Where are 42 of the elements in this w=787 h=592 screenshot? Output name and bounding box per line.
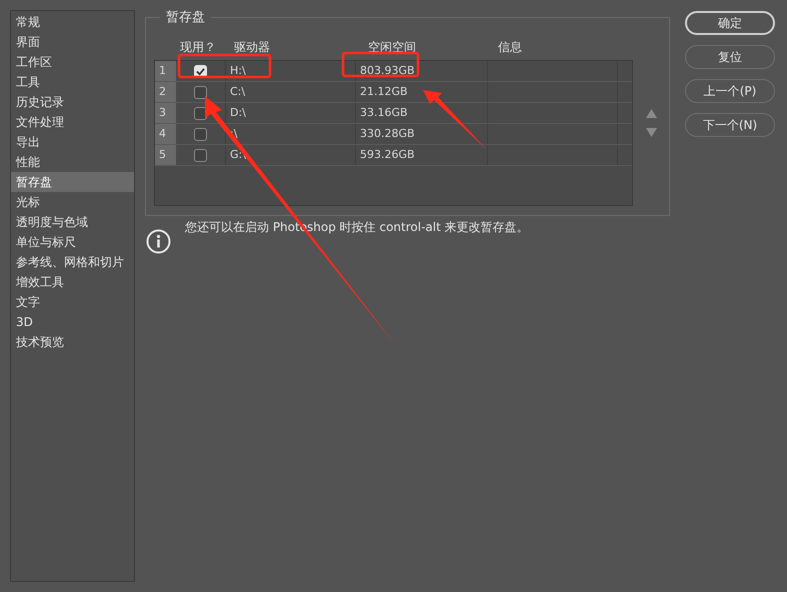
dialog-button[interactable]: 上一个(P) xyxy=(685,79,775,103)
table-cell: C:\ xyxy=(226,82,356,102)
sidebar-item[interactable]: 单位与标尺 xyxy=(11,232,134,252)
sidebar-item[interactable]: 文字 xyxy=(11,292,134,312)
info-icon xyxy=(146,229,171,254)
sidebar-item[interactable]: 常规 xyxy=(11,12,134,32)
column-header: 空闲空间 xyxy=(367,39,417,56)
move-down-icon[interactable] xyxy=(646,128,657,137)
row-number: 3 xyxy=(155,103,176,123)
table-cell: D:\ xyxy=(226,103,356,123)
sidebar-item[interactable]: 光标 xyxy=(11,192,134,212)
column-header: 驱动器 xyxy=(233,39,271,56)
sidebar-item[interactable]: 暂存盘 xyxy=(11,172,134,192)
dialog-button[interactable]: 复位 xyxy=(685,45,775,69)
sidebar-item[interactable]: 工具 xyxy=(11,72,134,92)
table-cell: 803.93GB xyxy=(356,61,488,81)
sidebar-item[interactable]: 工作区 xyxy=(11,52,134,72)
dialog-button[interactable]: 下一个(N) xyxy=(685,113,775,137)
column-header: 现用？ xyxy=(180,39,217,56)
sidebar-item[interactable]: 增效工具 xyxy=(11,272,134,292)
sidebar-item[interactable]: 导出 xyxy=(11,132,134,152)
dialog-button[interactable]: 确定 xyxy=(685,11,775,35)
move-up-icon[interactable] xyxy=(646,109,657,118)
sidebar-item[interactable]: 文件处理 xyxy=(11,112,134,132)
sidebar-item[interactable]: 3D xyxy=(11,312,134,332)
sidebar-item[interactable]: 性能 xyxy=(11,152,134,172)
arrow xyxy=(423,90,487,150)
row-number: 4 xyxy=(155,124,176,144)
row-number: 1 xyxy=(155,61,176,81)
checkbox[interactable] xyxy=(194,128,207,140)
sidebar-item[interactable]: 透明度与色域 xyxy=(11,212,134,232)
check-icon xyxy=(196,66,205,76)
row-number: 5 xyxy=(155,145,176,165)
table-cell: H:\ xyxy=(226,61,356,81)
column-header: 信息 xyxy=(497,39,522,56)
checkbox[interactable] xyxy=(194,86,207,98)
sidebar-item[interactable]: 历史记录 xyxy=(11,92,134,112)
sidebar-item[interactable]: 参考线、网格和切片 xyxy=(11,252,134,272)
sidebar-item[interactable]: 界面 xyxy=(11,32,134,52)
row-number: 2 xyxy=(155,82,176,102)
checkbox[interactable] xyxy=(194,148,207,162)
sidebar-item[interactable]: 技术预览 xyxy=(11,332,134,352)
